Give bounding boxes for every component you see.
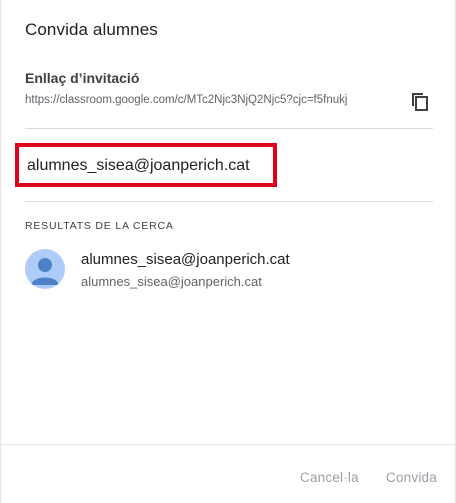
invite-students-dialog: Convida alumnes Enllaç d’invitació https… bbox=[0, 0, 456, 503]
copy-icon bbox=[412, 93, 428, 111]
copy-link-button[interactable] bbox=[406, 88, 434, 116]
student-search-input[interactable] bbox=[27, 153, 271, 179]
divider-middle bbox=[25, 201, 433, 202]
search-highlight-box bbox=[15, 143, 277, 187]
invite-link-url[interactable]: https://classroom.google.com/c/MTc2Njc3N… bbox=[25, 94, 395, 106]
search-result-item[interactable]: alumnes_sisea@joanperich.cat alumnes_sis… bbox=[1, 242, 456, 298]
result-email: alumnes_sisea@joanperich.cat bbox=[81, 274, 262, 289]
invite-button[interactable]: Convida bbox=[386, 470, 437, 485]
result-name: alumnes_sisea@joanperich.cat bbox=[81, 251, 290, 268]
divider-top bbox=[25, 128, 433, 129]
footer-divider bbox=[1, 444, 456, 445]
search-results-header: RESULTATS DE LA CERCA bbox=[25, 220, 174, 232]
person-avatar-icon bbox=[25, 249, 65, 289]
cancel-button[interactable]: Cancel·la bbox=[300, 470, 359, 485]
invite-link-label: Enllaç d’invitació bbox=[25, 70, 140, 86]
dialog-title: Convida alumnes bbox=[25, 20, 158, 39]
